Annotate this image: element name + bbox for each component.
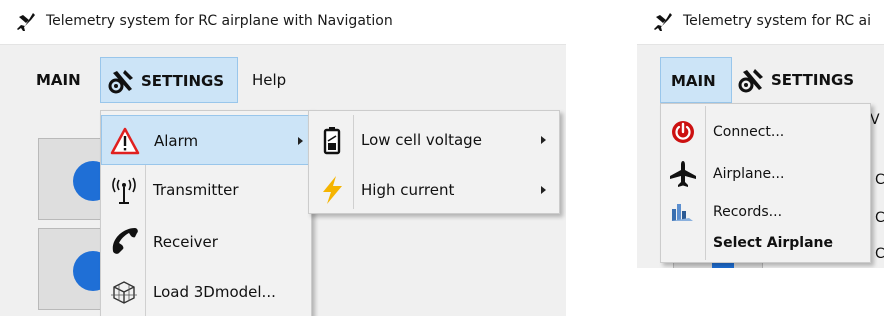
window-title: Telemetry system for RC ai — [683, 13, 872, 29]
menu-item-select-airplane[interactable]: Select Airplane — [661, 228, 870, 258]
menu-item-label: Select Airplane — [713, 235, 834, 251]
airplane-icon — [654, 13, 672, 31]
menu-main-label: MAIN — [671, 72, 716, 90]
menu-item-label: Transmitter — [153, 181, 239, 199]
right-window: Telemetry system for RC ai MAIN SETTINGS… — [637, 0, 884, 268]
menu-item-alarm[interactable]: Alarm — [101, 115, 311, 165]
menu-item-receiver[interactable]: Receiver — [101, 217, 311, 267]
menu-settings-label: SETTINGS — [141, 72, 225, 90]
menu-item-load-3dmodel[interactable]: Load 3Dmodel... — [101, 267, 311, 316]
menu-item-airplane[interactable]: Airplane... — [661, 159, 870, 189]
airplane-icon — [670, 161, 696, 187]
menu-item-high-current[interactable]: High current — [309, 165, 559, 215]
menu-settings-label: SETTINGS — [771, 71, 855, 89]
left-title-bar: Telemetry system for RC airplane with Na… — [0, 0, 566, 45]
menu-help[interactable]: Help — [252, 57, 286, 103]
menu-item-label: Connect... — [713, 124, 785, 140]
menu-item-connect[interactable]: Connect... — [661, 117, 870, 147]
menu-item-label: High current — [361, 181, 455, 199]
right-title-bar: Telemetry system for RC ai — [637, 0, 884, 45]
menu-item-label: Low cell voltage — [361, 131, 482, 149]
submenu-arrow-icon — [541, 186, 546, 194]
menu-item-label: Load 3Dmodel... — [153, 283, 276, 301]
phone-icon — [112, 228, 138, 254]
power-icon — [672, 121, 694, 143]
menu-item-label: Airplane... — [713, 166, 785, 182]
menu-item-transmitter[interactable]: Transmitter — [101, 165, 311, 215]
menu-settings[interactable]: SETTINGS — [100, 57, 238, 103]
menu-main[interactable]: MAIN — [36, 57, 81, 103]
records-icon — [671, 204, 693, 221]
warning-triangle-icon — [110, 127, 140, 155]
background-text-c: C — [875, 246, 884, 262]
battery-icon — [323, 127, 341, 155]
main-dropdown: Connect... Airplane... Records... Select… — [660, 103, 871, 263]
settings-dropdown: Alarm Transmitter Receiver Load 3Dmodel.… — [100, 110, 312, 316]
menu-main[interactable]: MAIN — [660, 57, 732, 103]
menu-item-records[interactable]: Records... — [661, 197, 870, 227]
menu-item-label: Receiver — [153, 233, 218, 251]
menu-settings[interactable]: SETTINGS — [737, 57, 877, 103]
lightning-icon — [323, 176, 342, 204]
submenu-arrow-icon — [541, 136, 546, 144]
background-text-c: C — [875, 210, 884, 226]
window-title: Telemetry system for RC airplane with Na… — [46, 13, 393, 29]
menu-item-label: Alarm — [154, 132, 199, 150]
airplane-icon — [17, 13, 35, 31]
settings-tools-icon — [738, 69, 763, 93]
antenna-icon — [112, 177, 136, 204]
left-window: Telemetry system for RC airplane with Na… — [0, 0, 566, 316]
menu-item-low-cell-voltage[interactable]: Low cell voltage — [309, 115, 559, 165]
menu-item-label: Records... — [713, 204, 783, 220]
settings-tools-icon — [108, 70, 133, 94]
background-text-c: C — [875, 172, 884, 188]
submenu-arrow-icon — [298, 137, 303, 145]
background-button-1[interactable] — [38, 138, 113, 220]
background-button-2[interactable] — [38, 228, 113, 310]
alarm-submenu: Low cell voltage High current — [308, 110, 560, 214]
3d-model-icon — [111, 281, 137, 304]
background-text-v: V — [870, 112, 880, 128]
